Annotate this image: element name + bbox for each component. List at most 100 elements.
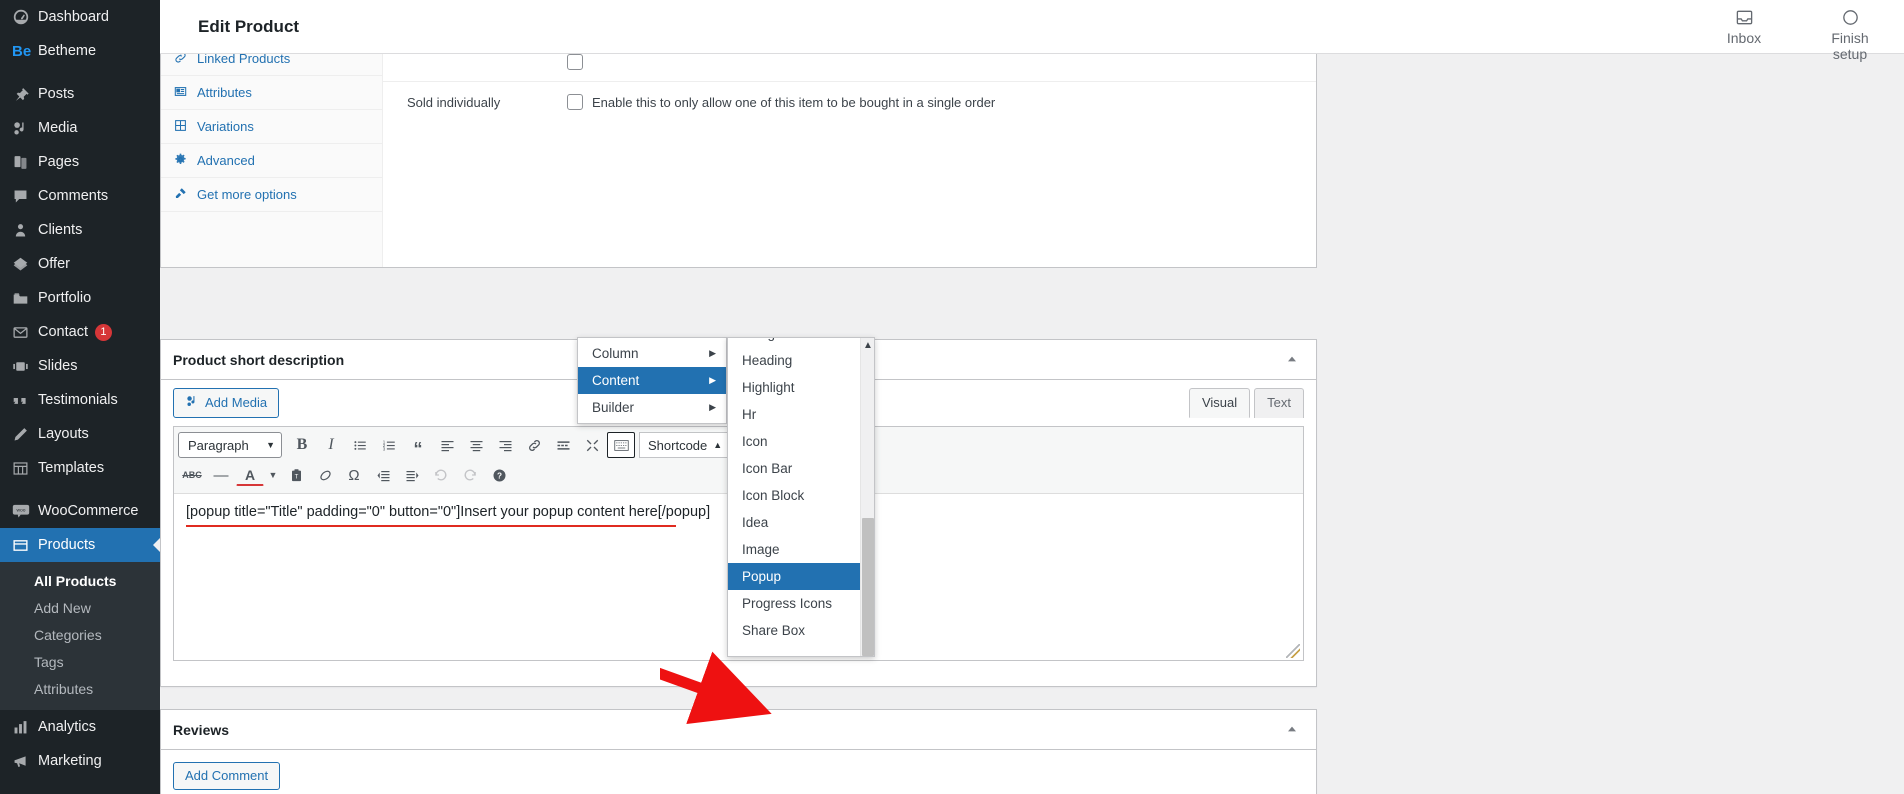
tab-advanced[interactable]: Advanced — [161, 144, 382, 178]
finish-setup-button[interactable]: Finish setup — [1814, 4, 1886, 62]
submenu-item-share-box[interactable]: Share Box — [728, 617, 862, 644]
align-center-icon[interactable] — [462, 432, 490, 458]
text-color-icon[interactable]: A — [236, 464, 264, 486]
clear-formatting-icon[interactable] — [311, 462, 339, 488]
toolbar-toggle-icon[interactable] — [607, 432, 635, 458]
sidebar-item-media[interactable]: Media — [0, 111, 160, 145]
shortcode-menu-item-column[interactable]: Column ▶ — [578, 340, 726, 367]
sidebar-item-label: Products — [38, 537, 96, 553]
bullet-list-icon[interactable] — [346, 432, 374, 458]
shortcode-menu-item-builder[interactable]: Builder ▶ — [578, 394, 726, 421]
plug-icon — [173, 187, 188, 203]
sidebar-item-label: Marketing — [38, 753, 102, 769]
sidebar-item-dashboard[interactable]: Dashboard — [0, 0, 160, 34]
sold-individually-description: Enable this to only allow one of this it… — [592, 94, 996, 110]
add-media-button[interactable]: Add Media — [173, 388, 280, 418]
tab-get-more-options[interactable]: Get more options — [161, 178, 382, 212]
tab-text[interactable]: Text — [1254, 388, 1304, 418]
sidebar-item-offer[interactable]: Offer — [0, 247, 160, 281]
submenu-item-progress-icons[interactable]: Progress Icons — [728, 590, 862, 617]
products-submenu: All Products Add New Categories Tags Att… — [0, 562, 160, 710]
submenu-item-google-font[interactable]: Google Font — [728, 338, 862, 347]
submenu-item-attributes[interactable]: Attributes — [0, 676, 160, 703]
sidebar-item-contact[interactable]: Contact 1 — [0, 315, 160, 349]
scrollbar-thumb[interactable] — [862, 518, 874, 656]
undo-icon[interactable] — [427, 462, 455, 488]
partial-checkbox[interactable] — [567, 54, 583, 70]
sidebar-item-pages[interactable]: Pages — [0, 145, 160, 179]
menu-item-label: Content — [592, 373, 640, 388]
redo-icon[interactable] — [456, 462, 484, 488]
submenu-item-hr[interactable]: Hr — [728, 401, 862, 428]
sidebar-item-slides[interactable]: Slides — [0, 349, 160, 383]
sidebar-item-marketing[interactable]: Marketing — [0, 744, 160, 778]
sidebar-item-woocommerce[interactable]: woo WooCommerce — [0, 494, 160, 528]
submenu-item-image[interactable]: Image — [728, 536, 862, 563]
add-comment-button[interactable]: Add Comment — [173, 762, 281, 790]
sidebar-item-layouts[interactable]: Layouts — [0, 417, 160, 451]
sidebar-item-clients[interactable]: Clients — [0, 213, 160, 247]
tab-variations[interactable]: Variations — [161, 110, 382, 144]
submenu-item-categories[interactable]: Categories — [0, 622, 160, 649]
shortcode-dropdown-button[interactable]: Shortcode ▲ — [639, 432, 732, 458]
sidebar-item-testimonials[interactable]: Testimonials — [0, 383, 160, 417]
submenu-scrollbar[interactable]: ▲ — [860, 338, 874, 656]
sidebar-item-label: Layouts — [38, 426, 89, 442]
sidebar-item-posts[interactable]: Posts — [0, 77, 160, 111]
sidebar-item-label: Pages — [38, 154, 80, 170]
collapse-toggle-icon[interactable] — [1274, 710, 1310, 748]
tab-attributes[interactable]: Attributes — [161, 76, 382, 110]
submenu-item-add-new[interactable]: Add New — [0, 595, 160, 622]
sold-individually-label: Sold individually — [407, 94, 501, 110]
chevron-down-icon: ▼ — [266, 440, 275, 450]
fullscreen-icon[interactable] — [578, 432, 606, 458]
submenu-item-icon-bar[interactable]: Icon Bar — [728, 455, 862, 482]
tab-linked-products[interactable]: Linked Products — [161, 54, 382, 76]
inbox-button[interactable]: Inbox — [1708, 4, 1780, 62]
chevron-right-icon: ▶ — [709, 402, 716, 412]
submenu-item-highlight[interactable]: Highlight — [728, 374, 862, 401]
sidebar-item-betheme[interactable]: Be Betheme — [0, 34, 160, 68]
submenu-item-heading[interactable]: Heading — [728, 347, 862, 374]
sidebar-item-analytics[interactable]: Analytics — [0, 710, 160, 744]
inbox-icon — [1708, 4, 1780, 28]
blockquote-icon[interactable]: “ — [404, 432, 432, 458]
sidebar-item-products[interactable]: Products — [0, 528, 160, 562]
increase-indent-icon[interactable] — [398, 462, 426, 488]
keyboard-shortcuts-icon[interactable]: ? — [485, 462, 513, 488]
submenu-item-all-products[interactable]: All Products — [0, 568, 160, 595]
text-color-dropdown-icon[interactable]: ▼ — [265, 462, 281, 488]
reviews-header: Reviews — [161, 710, 1316, 750]
scroll-up-icon[interactable]: ▲ — [861, 340, 874, 351]
tab-visual[interactable]: Visual — [1188, 388, 1251, 418]
paste-as-text-icon[interactable]: T — [282, 462, 310, 488]
submenu-item-tags[interactable]: Tags — [0, 649, 160, 676]
numbered-list-icon[interactable]: 123 — [375, 432, 403, 458]
insert-link-icon[interactable] — [520, 432, 548, 458]
horizontal-rule-icon[interactable]: — — [207, 462, 235, 488]
submenu-item-icon-block[interactable]: Icon Block — [728, 482, 862, 509]
submenu-item-popup[interactable]: Popup — [728, 563, 862, 590]
sold-individually-checkbox[interactable] — [567, 94, 583, 110]
sidebar-item-comments[interactable]: Comments — [0, 179, 160, 213]
shortcode-menu-item-content[interactable]: Content ▶ — [578, 367, 726, 394]
align-left-icon[interactable] — [433, 432, 461, 458]
strikethrough-icon[interactable]: ABC — [178, 462, 206, 488]
sidebar-item-portfolio[interactable]: Portfolio — [0, 281, 160, 315]
editor-resize-handle[interactable] — [1286, 644, 1300, 658]
sidebar-item-templates[interactable]: Templates — [0, 451, 160, 485]
italic-icon[interactable]: I — [317, 432, 345, 458]
envelope-icon — [12, 322, 38, 342]
inbox-label: Inbox — [1726, 30, 1762, 46]
decrease-indent-icon[interactable] — [369, 462, 397, 488]
portfolio-icon — [12, 288, 38, 308]
special-character-icon[interactable]: Ω — [340, 462, 368, 488]
format-select[interactable]: Paragraph ▼ — [178, 432, 282, 458]
read-more-icon[interactable] — [549, 432, 577, 458]
short-description-title: Product short description — [173, 351, 345, 368]
collapse-toggle-icon[interactable] — [1274, 340, 1310, 378]
bold-icon[interactable]: B — [288, 432, 316, 458]
align-right-icon[interactable] — [491, 432, 519, 458]
submenu-item-icon[interactable]: Icon — [728, 428, 862, 455]
submenu-item-idea[interactable]: Idea — [728, 509, 862, 536]
